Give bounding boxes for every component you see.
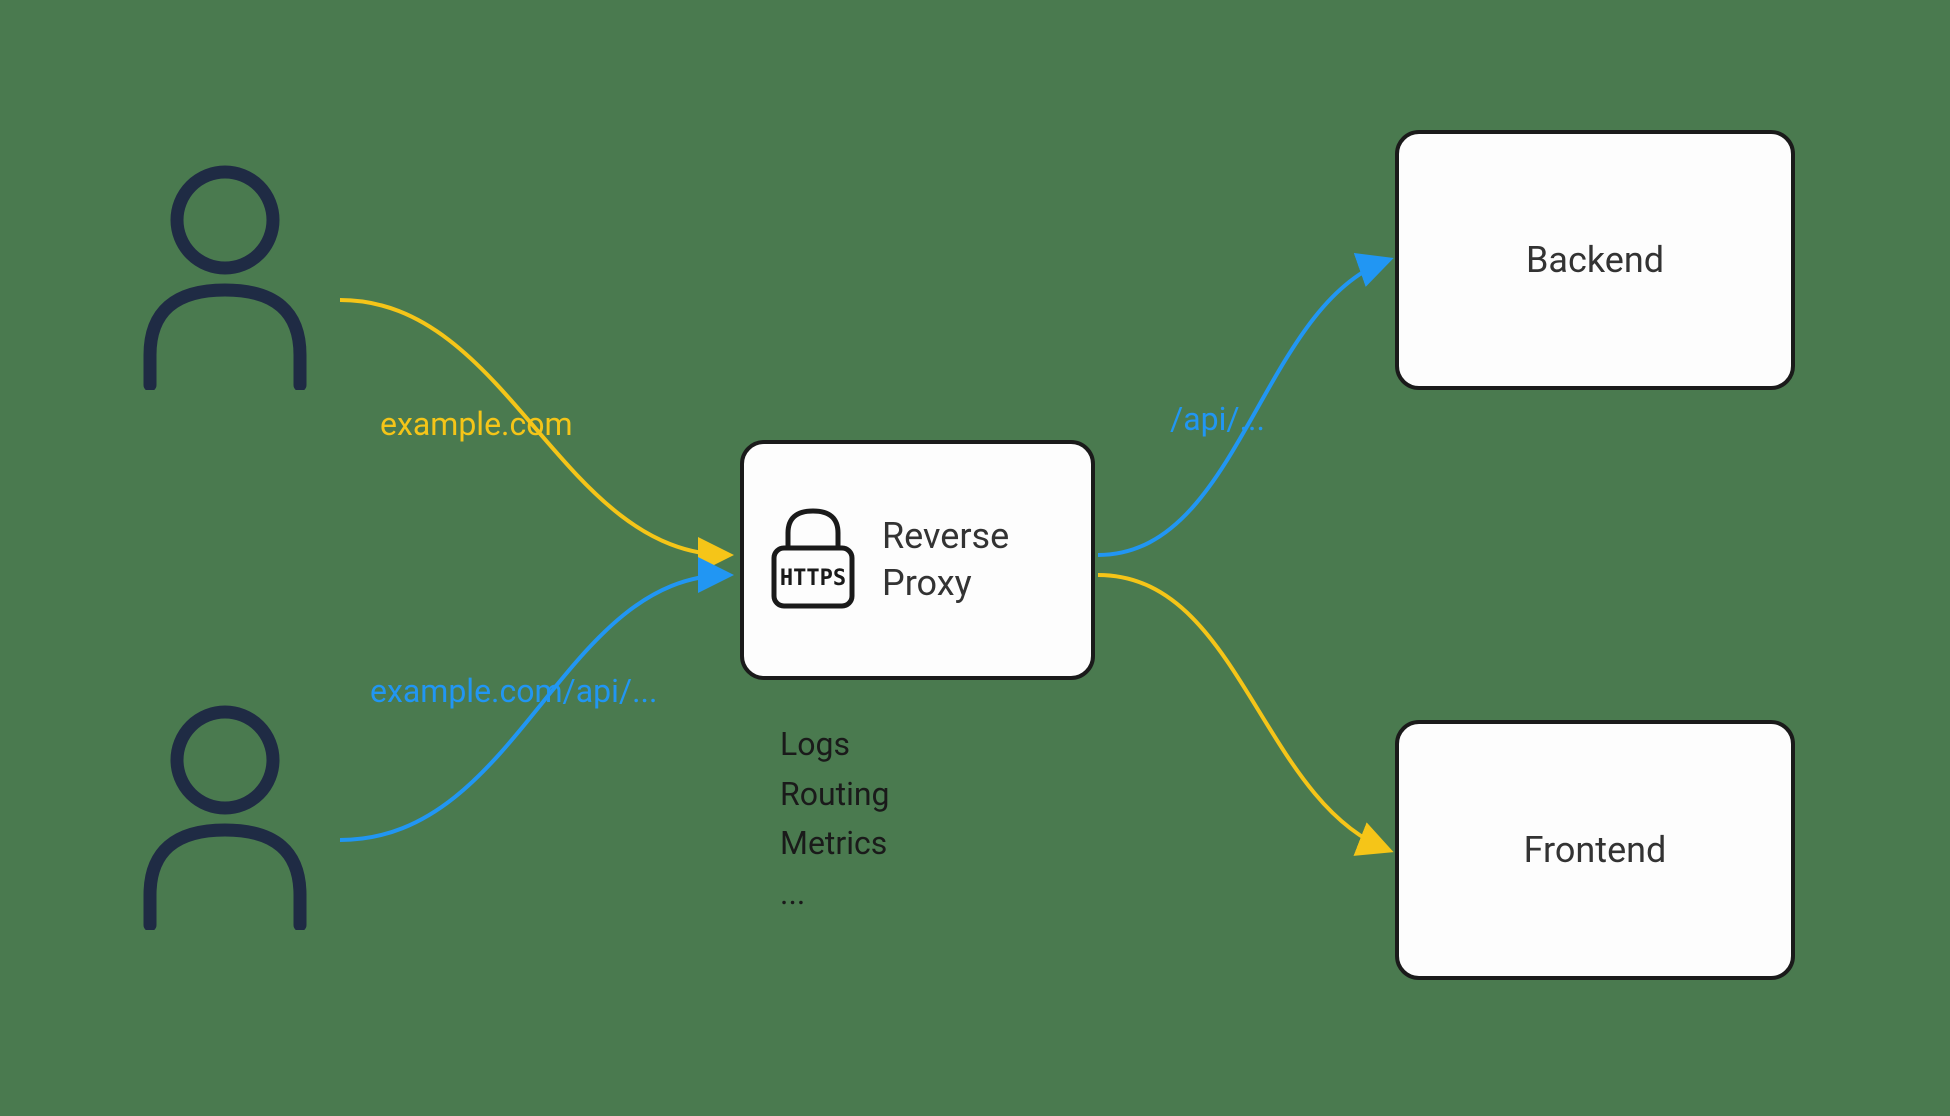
reverse-proxy-label: Reverse Proxy	[882, 513, 1009, 607]
user-icon-top	[130, 160, 320, 390]
reverse-proxy-label-line1: Reverse	[882, 513, 1009, 560]
proxy-meta-metrics: Metrics	[780, 819, 890, 869]
proxy-meta-routing: Routing	[780, 770, 890, 820]
arrow-label-example-com: example.com	[380, 405, 573, 443]
arrow-label-example-com-api: example.com/api/...	[370, 672, 657, 710]
arrow-label-api-path: /api/...	[1170, 400, 1265, 438]
reverse-proxy-label-line2: Proxy	[882, 560, 1009, 607]
backend-label: Backend	[1526, 237, 1664, 284]
https-lock-icon: HTTPS	[768, 503, 858, 617]
frontend-node: Frontend	[1395, 720, 1795, 980]
frontend-label: Frontend	[1524, 827, 1667, 874]
svg-text:HTTPS: HTTPS	[780, 566, 846, 591]
user-icon-bottom	[130, 700, 320, 930]
reverse-proxy-node: HTTPS Reverse Proxy	[740, 440, 1095, 680]
proxy-meta-logs: Logs	[780, 720, 890, 770]
backend-node: Backend	[1395, 130, 1795, 390]
proxy-meta-ellipsis: ...	[780, 869, 890, 919]
proxy-meta-list: Logs Routing Metrics ...	[780, 720, 890, 918]
